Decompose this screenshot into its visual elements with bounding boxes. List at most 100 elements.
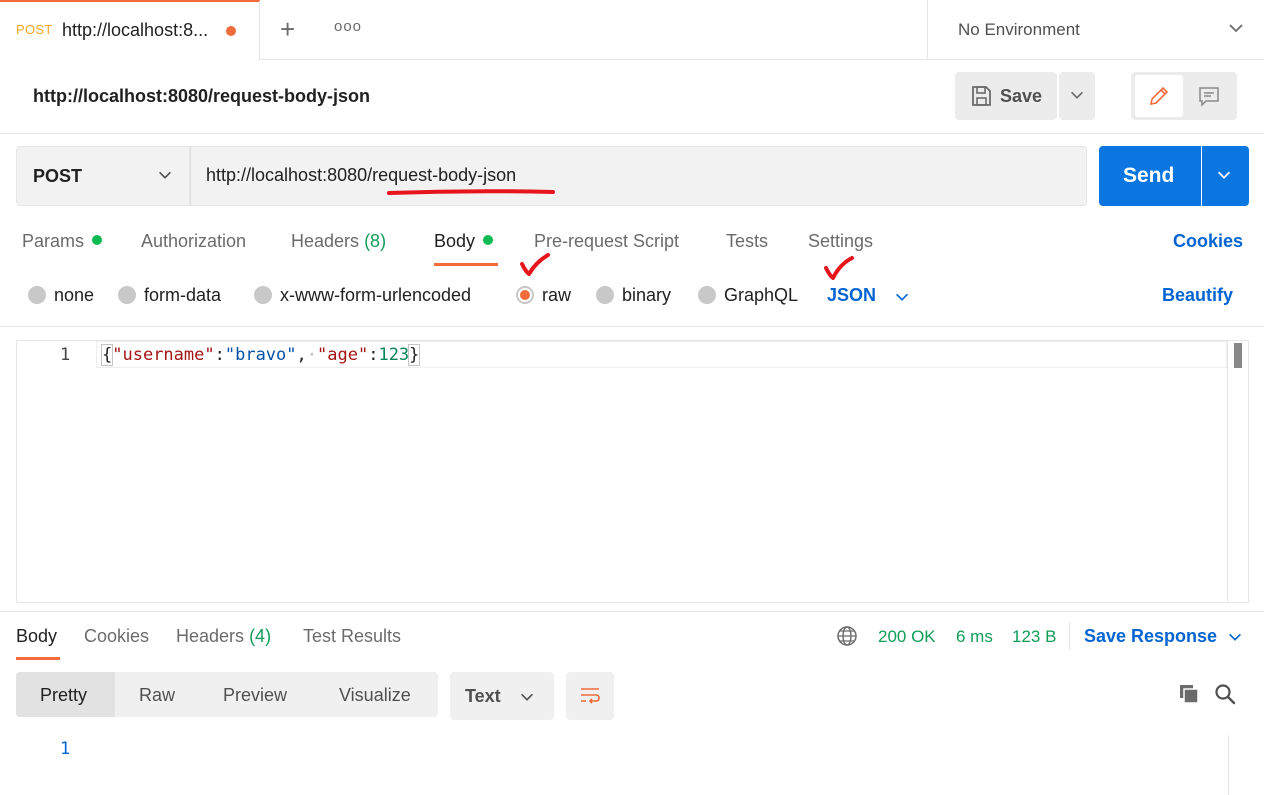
whitespace-marker: ·: [306, 345, 318, 365]
radio-form-data[interactable]: form-data: [118, 285, 221, 306]
view-raw-button[interactable]: Raw: [139, 685, 175, 706]
view-visualize-button[interactable]: Visualize: [339, 685, 411, 706]
line-number: 1: [60, 345, 71, 365]
body-editor[interactable]: [16, 340, 1249, 603]
cookies-link[interactable]: Cookies: [1173, 231, 1243, 252]
headers-count: (4): [249, 626, 272, 646]
radio-none[interactable]: none: [28, 285, 94, 306]
divider: [0, 611, 1264, 612]
tab-label: Tests: [726, 231, 769, 251]
environment-label: No Environment: [958, 20, 1080, 39]
tab-headers[interactable]: Headers (8): [291, 231, 386, 252]
radio-icon: [28, 286, 46, 304]
code-token: }: [408, 344, 421, 366]
tab-settings[interactable]: Settings: [808, 231, 873, 252]
tab-tests[interactable]: Tests: [726, 231, 768, 252]
chevron-down-icon: [1217, 171, 1231, 179]
chevron-down-icon: [521, 693, 533, 701]
tab-body[interactable]: Body: [434, 231, 494, 252]
divider: [1069, 622, 1070, 650]
response-tab-headers[interactable]: Headers (4): [176, 626, 271, 647]
tab-label: Headers: [291, 231, 360, 251]
chevron-down-icon[interactable]: [1226, 18, 1246, 38]
new-tab-button[interactable]: +: [280, 14, 295, 45]
radio-label: raw: [542, 285, 572, 305]
raw-format-select[interactable]: JSON: [827, 285, 876, 306]
code-token: :: [368, 345, 379, 365]
wrap-lines-icon: [581, 688, 600, 704]
globe-icon[interactable]: [835, 624, 859, 648]
scrollbar-thumb[interactable]: [1234, 343, 1242, 368]
response-tab-body[interactable]: Body: [16, 626, 57, 647]
save-response-button[interactable]: Save Response: [1084, 626, 1217, 647]
radio-x-www-form-urlencoded[interactable]: x-www-form-urlencoded: [254, 285, 471, 306]
tab-label: Body: [434, 231, 476, 251]
active-dot-icon: [92, 235, 103, 245]
active-dot-icon: [483, 235, 494, 245]
tab-label: Pre-request Script: [534, 231, 680, 251]
editor-scrollbar[interactable]: [1227, 341, 1248, 602]
radio-label: binary: [622, 285, 672, 305]
code-token: "username": [112, 345, 215, 365]
code-token: {: [100, 344, 114, 366]
code-line[interactable]: {"username":"bravo",·"age":123}: [100, 344, 421, 366]
chevron-down-icon[interactable]: [1226, 628, 1244, 646]
radio-icon: [254, 286, 272, 304]
radio-label: x-www-form-urlencoded: [280, 285, 472, 305]
response-time[interactable]: 6 ms: [956, 627, 993, 647]
send-button-label[interactable]: Send: [1123, 164, 1174, 188]
code-token: "age": [317, 345, 369, 365]
radio-label: form-data: [144, 285, 222, 305]
radio-binary[interactable]: binary: [596, 285, 671, 306]
divider: [0, 326, 1264, 327]
save-icon: [972, 86, 991, 106]
response-format-label: Text: [465, 686, 501, 706]
radio-icon: [596, 286, 614, 304]
tab-title[interactable]: http://localhost:8...: [62, 20, 208, 41]
radio-label: GraphQL: [724, 285, 799, 305]
save-button-label[interactable]: Save: [1000, 86, 1042, 107]
url-text[interactable]: http://localhost:8080/request-body-json: [206, 165, 516, 186]
search-icon[interactable]: [1213, 682, 1237, 706]
chevron-down-icon: [1071, 91, 1083, 99]
code-token: ,: [296, 345, 307, 365]
radio-raw[interactable]: raw: [516, 285, 571, 306]
tab-label: Headers: [176, 626, 245, 646]
radio-icon: [698, 286, 716, 304]
response-size[interactable]: 123 B: [1012, 627, 1056, 647]
unsaved-dot-icon: [226, 26, 236, 36]
code-token: "bravo": [224, 345, 297, 365]
radio-label: none: [54, 285, 95, 305]
comment-icon[interactable]: [1197, 84, 1221, 108]
request-name[interactable]: http://localhost:8080/request-body-json: [33, 86, 370, 107]
tab-authorization[interactable]: Authorization: [141, 231, 246, 252]
tab-label: Authorization: [141, 231, 247, 251]
radio-selected-icon: [516, 286, 534, 304]
more-tabs-button[interactable]: ooo: [334, 18, 362, 35]
tab-method-label: POST: [16, 22, 53, 37]
code-token: :: [214, 345, 225, 365]
chevron-down-icon[interactable]: [893, 288, 911, 306]
tab-params[interactable]: Params: [22, 231, 103, 252]
view-preview-button[interactable]: Preview: [223, 685, 287, 706]
tab-label: Settings: [808, 231, 874, 251]
annotation-checkmark: [520, 253, 550, 276]
copy-icon[interactable]: [1177, 682, 1201, 706]
pencil-icon: [1149, 86, 1169, 106]
chevron-down-icon: [159, 171, 171, 179]
annotation-checkmark: [824, 256, 854, 280]
code-token: 123: [378, 345, 410, 365]
response-tab-test-results[interactable]: Test Results: [303, 626, 401, 647]
beautify-link[interactable]: Beautify: [1162, 285, 1233, 306]
tab-pre-request-script[interactable]: Pre-request Script: [534, 231, 679, 252]
radio-icon: [118, 286, 136, 304]
view-pretty-label[interactable]: Pretty: [40, 685, 87, 706]
tab-label: Params: [22, 231, 85, 251]
status-code[interactable]: 200 OK: [878, 627, 936, 647]
headers-count: (8): [364, 231, 387, 251]
response-scrollbar[interactable]: [1228, 735, 1249, 795]
active-tab-indicator: [434, 263, 498, 266]
radio-graphql[interactable]: GraphQL: [698, 285, 798, 306]
response-tab-cookies[interactable]: Cookies: [84, 626, 149, 647]
annotation-underline: [387, 189, 555, 195]
